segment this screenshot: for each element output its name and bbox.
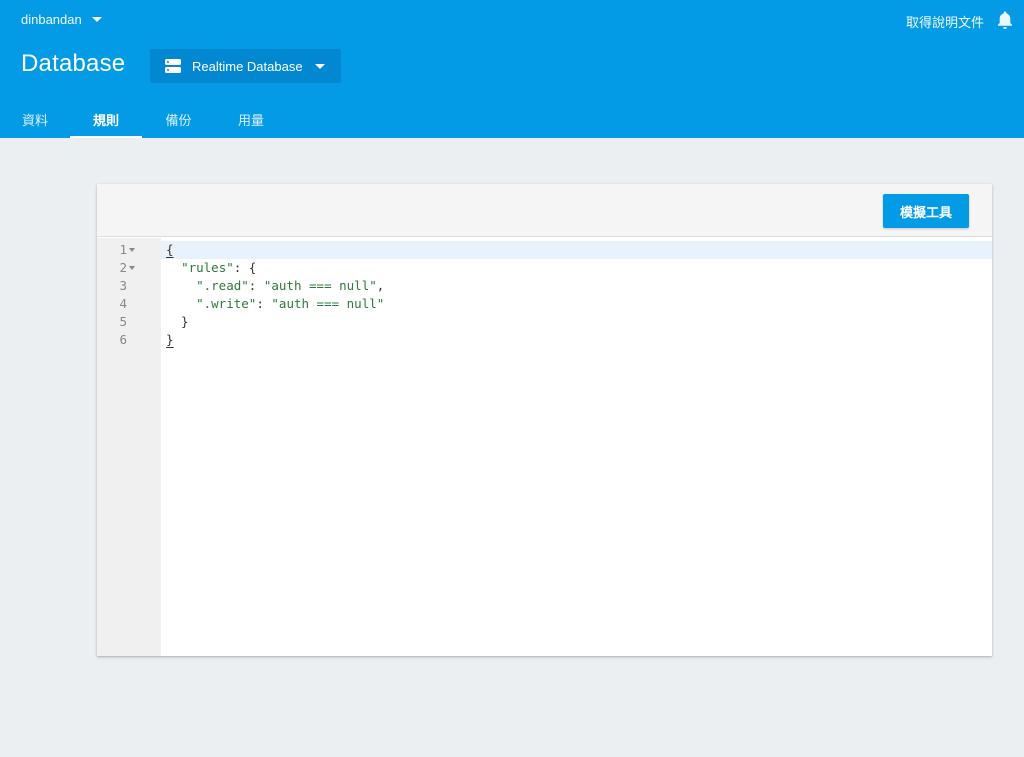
line-number: 4: [119, 296, 127, 311]
code-key: ".write": [196, 296, 257, 311]
database-icon: [165, 59, 181, 73]
help-docs-link[interactable]: 取得說明文件: [906, 12, 984, 31]
code-key: ".read": [196, 278, 249, 293]
code-token: :: [248, 278, 264, 293]
code-line: }: [166, 331, 174, 349]
code-area[interactable]: { "rules": { ".read": "auth === null", "…: [161, 238, 992, 656]
line-number: 3: [119, 278, 127, 293]
tab-usage[interactable]: 用量: [215, 100, 287, 138]
code-line: ".write": "auth === null": [166, 295, 384, 313]
project-selector[interactable]: dinbandan: [21, 12, 102, 27]
rules-editor-card: 模擬工具 1 2 3 4 5 6 { "rules": { ".read": "…: [97, 184, 992, 656]
code-value: "auth === null": [271, 296, 385, 311]
code-token: ,: [376, 278, 385, 293]
code-line: }: [166, 313, 189, 331]
tab-data[interactable]: 資料: [0, 100, 70, 138]
code-line: {: [166, 241, 174, 259]
bell-icon[interactable]: [996, 10, 1014, 30]
tab-bar: 資料 規則 備份 用量: [0, 100, 287, 138]
chevron-down-icon: [91, 17, 102, 22]
code-line: ".read": "auth === null",: [166, 277, 384, 295]
page-title: Database: [21, 50, 126, 77]
editor-toolbar: 模擬工具: [97, 184, 992, 237]
database-selector[interactable]: Realtime Database: [150, 49, 341, 83]
code-editor[interactable]: 1 2 3 4 5 6 { "rules": { ".read": "auth …: [97, 238, 992, 656]
code-token: }: [166, 332, 174, 347]
line-number: 6: [119, 332, 127, 347]
tab-rules[interactable]: 規則: [70, 100, 142, 138]
code-token: }: [166, 314, 189, 329]
code-token: : {: [233, 260, 257, 275]
fold-toggle-icon[interactable]: [129, 266, 135, 270]
code-line: "rules": {: [166, 259, 256, 277]
line-number-gutter: 1 2 3 4 5 6: [97, 238, 161, 656]
line-number: 5: [119, 314, 127, 329]
database-selector-label: Realtime Database: [192, 58, 303, 74]
code-token: {: [166, 242, 174, 257]
fold-toggle-icon[interactable]: [129, 248, 135, 252]
code-key: "rules": [181, 260, 234, 275]
active-line-highlight: [161, 241, 992, 259]
project-name: dinbandan: [21, 12, 82, 27]
code-token: :: [256, 296, 272, 311]
simulator-button[interactable]: 模擬工具: [883, 194, 969, 228]
line-number: 1: [119, 242, 127, 257]
line-number: 2: [119, 260, 127, 275]
code-value: "auth === null": [263, 278, 377, 293]
app-header: dinbandan 取得說明文件 Database Realtime Datab…: [0, 0, 1024, 138]
tab-backups[interactable]: 備份: [142, 100, 215, 138]
chevron-down-icon: [314, 63, 325, 69]
